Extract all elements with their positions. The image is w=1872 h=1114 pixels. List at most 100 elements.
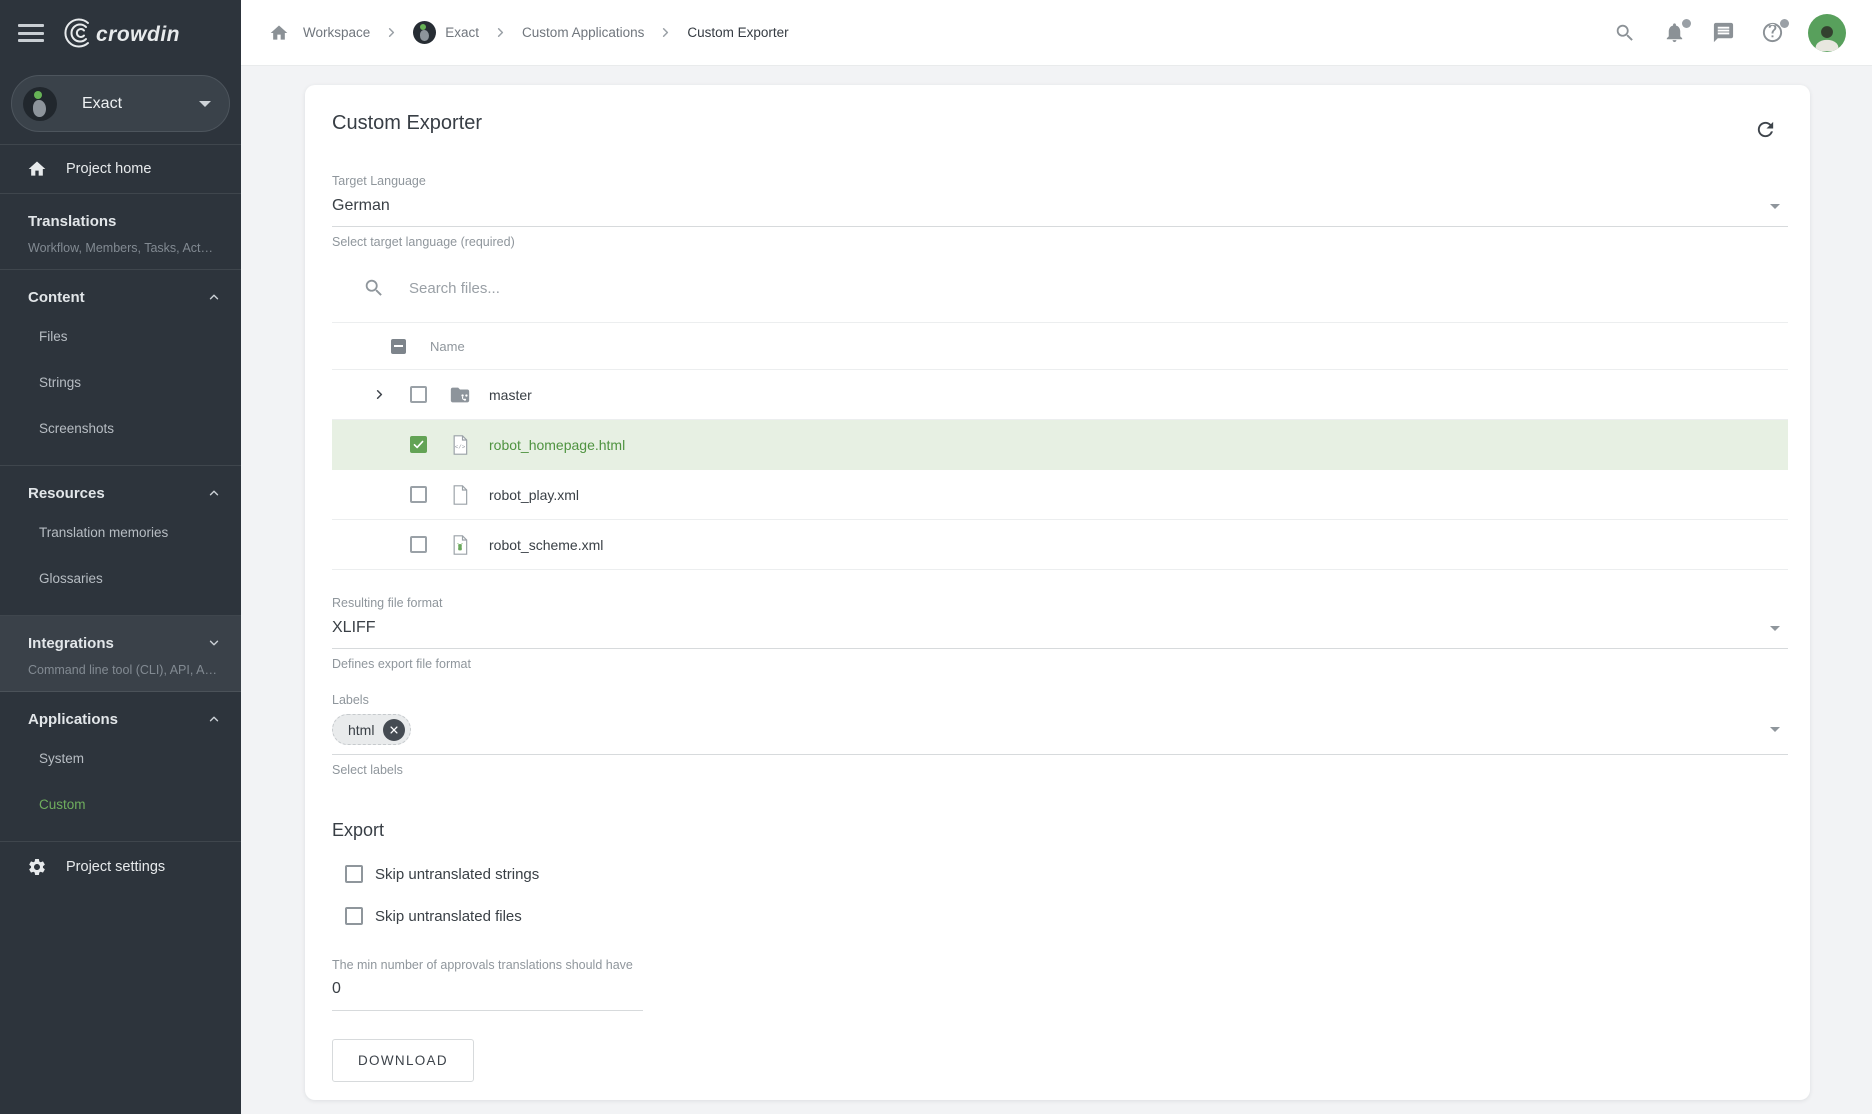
project-switcher[interactable]: Exact [11, 75, 230, 132]
breadcrumb-project[interactable]: Exact [445, 25, 479, 40]
sidebar-item-strings[interactable]: Strings [28, 359, 221, 405]
section-toggle-content[interactable]: Content [28, 285, 221, 309]
home-icon[interactable] [269, 23, 289, 43]
project-name: Exact [82, 95, 199, 113]
chevron-up-icon [207, 290, 221, 304]
chevron-down-icon [1770, 727, 1780, 732]
files-table-header: Name [332, 322, 1788, 370]
row-checkbox[interactable] [410, 386, 427, 403]
field-label: Resulting file format [332, 596, 1788, 610]
chat-icon [1712, 21, 1735, 44]
breadcrumb-workspace[interactable]: Workspace [303, 25, 370, 40]
breadcrumb: Workspace Exact Custom Applications Cust… [269, 21, 789, 44]
person-icon [1810, 22, 1844, 52]
files-table: Name master </> [332, 322, 1788, 570]
sidebar-item-system[interactable]: System [28, 735, 221, 781]
file-name: robot_homepage.html [489, 437, 625, 453]
file-format-select[interactable]: XLIFF [332, 610, 1788, 649]
messages-button[interactable] [1710, 20, 1736, 46]
android-file-icon [449, 534, 471, 556]
sidebar-item-screenshots[interactable]: Screenshots [28, 405, 221, 451]
expand-chevron-icon[interactable] [371, 387, 387, 403]
search-icon [363, 277, 385, 299]
field-hint: Select target language (required) [332, 235, 1788, 249]
chevron-right-icon [493, 25, 508, 40]
chevron-up-icon [207, 712, 221, 726]
row-checkbox[interactable] [410, 536, 427, 553]
label-chip-html[interactable]: html [332, 714, 411, 745]
sidebar-item-project-settings[interactable]: Project settings [0, 842, 241, 891]
sidebar-section-integrations[interactable]: Integrations Command line tool (CLI), AP… [0, 616, 241, 692]
topbar: Workspace Exact Custom Applications Cust… [241, 0, 1872, 66]
labels-field: Labels html Select labels [332, 693, 1788, 777]
close-icon [389, 725, 399, 735]
section-toggle-resources[interactable]: Resources [28, 481, 221, 505]
chevron-down-icon [207, 636, 221, 650]
table-row-robot-scheme[interactable]: robot_scheme.xml [332, 520, 1788, 570]
help-badge [1780, 19, 1789, 28]
search-button[interactable] [1612, 20, 1638, 46]
user-avatar[interactable] [1808, 14, 1846, 52]
file-format-field: Resulting file format XLIFF Defines expo… [332, 596, 1788, 671]
sidebar-item-label: Project settings [66, 859, 165, 875]
checkmark-icon [412, 438, 425, 451]
approvals-field: The min number of approvals translations… [332, 958, 1788, 1011]
table-row-master[interactable]: master [332, 370, 1788, 420]
sidebar-item-translation-memories[interactable]: Translation memories [28, 509, 221, 555]
checkbox-label: Skip untranslated files [375, 908, 522, 925]
select-all-checkbox[interactable] [391, 339, 406, 354]
target-language-field: Target Language German Select target lan… [332, 174, 1788, 249]
option-skip-untranslated-files[interactable]: Skip untranslated files [332, 907, 1788, 925]
target-language-select[interactable]: German [332, 188, 1788, 227]
sidebar-section-applications: Applications System Custom [0, 692, 241, 842]
row-checkbox-checked[interactable] [410, 436, 427, 453]
sidebar-item-files[interactable]: Files [28, 313, 221, 359]
sidebar: crowdin Exact Project home Translations … [0, 0, 241, 1114]
sidebar-item-custom[interactable]: Custom [28, 781, 221, 827]
sidebar-item-label: Project home [66, 161, 151, 177]
row-checkbox[interactable] [410, 486, 427, 503]
file-search [332, 265, 1788, 311]
notification-badge [1682, 19, 1691, 28]
labels-select[interactable]: html [332, 707, 1788, 755]
topbar-actions [1612, 14, 1846, 52]
search-icon [1614, 22, 1636, 44]
section-toggle-applications[interactable]: Applications [28, 707, 221, 731]
breadcrumb-custom-applications[interactable]: Custom Applications [522, 25, 644, 40]
hamburger-menu-icon[interactable] [18, 23, 44, 43]
section-title: Integrations [28, 635, 114, 652]
chevron-down-icon [1770, 626, 1780, 631]
search-files-input[interactable] [409, 280, 1788, 297]
table-row-robot-homepage[interactable]: </> robot_homepage.html [332, 420, 1788, 470]
chevron-up-icon [207, 486, 221, 500]
section-title: Translations [28, 213, 116, 230]
file-name: robot_play.xml [489, 487, 579, 503]
html-file-icon: </> [449, 434, 471, 456]
approvals-number-input[interactable]: 0 [332, 972, 643, 1011]
branch-folder-icon [449, 384, 471, 406]
breadcrumb-current-page: Custom Exporter [687, 25, 788, 40]
sidebar-item-glossaries[interactable]: Glossaries [28, 555, 221, 601]
export-heading: Export [332, 820, 1788, 841]
chip-label: html [348, 722, 374, 738]
field-hint: Select labels [332, 763, 1788, 777]
checkbox[interactable] [345, 907, 363, 925]
download-button[interactable]: DOWNLOAD [332, 1039, 474, 1082]
expander-spacer [371, 537, 387, 553]
section-subtitle: Command line tool (CLI), API, A… [28, 663, 221, 677]
refresh-button[interactable] [1752, 116, 1778, 142]
sidebar-section-translations[interactable]: Translations Workflow, Members, Tasks, A… [0, 194, 241, 270]
notifications-button[interactable] [1661, 20, 1687, 46]
chevron-down-icon [1770, 204, 1780, 209]
help-button[interactable] [1759, 20, 1785, 46]
sidebar-item-project-home[interactable]: Project home [0, 145, 241, 194]
remove-chip-button[interactable] [383, 719, 405, 741]
sidebar-section-content: Content Files Strings Screenshots [0, 270, 241, 466]
table-row-robot-play[interactable]: robot_play.xml [332, 470, 1788, 520]
crowdin-logo[interactable]: crowdin [58, 16, 208, 50]
option-skip-untranslated-strings[interactable]: Skip untranslated strings [332, 865, 1788, 883]
page-title: Custom Exporter [332, 112, 482, 135]
select-value: German [332, 197, 390, 215]
checkbox[interactable] [345, 865, 363, 883]
home-icon [27, 159, 47, 179]
